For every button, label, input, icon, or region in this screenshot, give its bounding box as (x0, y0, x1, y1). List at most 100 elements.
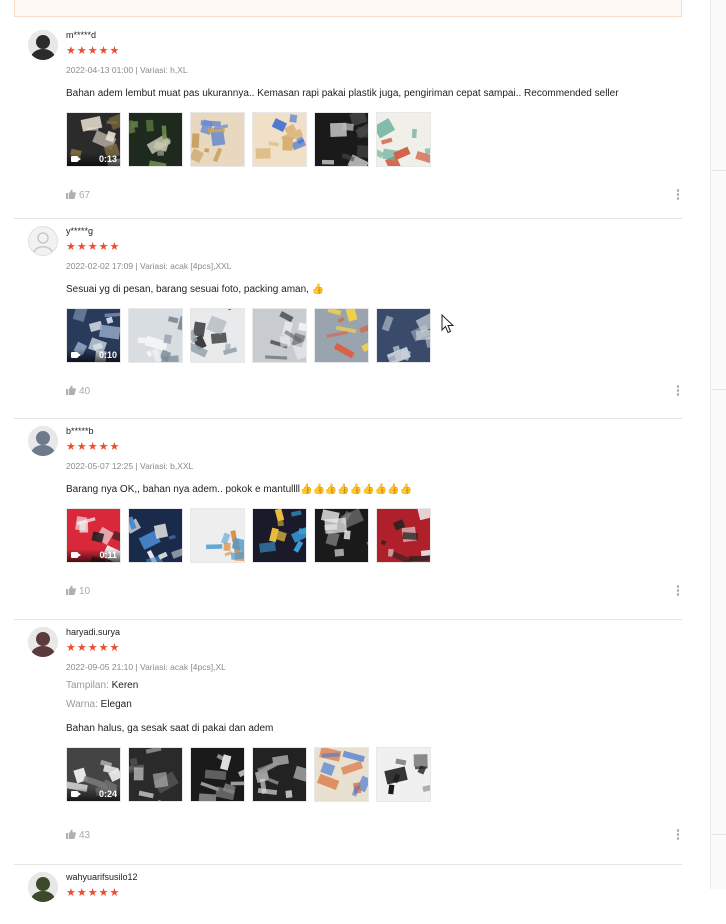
review-photo-thumbnail[interactable] (128, 508, 183, 563)
attribute-label: Tampilan: (66, 680, 109, 691)
review-photo-thumbnail[interactable] (376, 747, 431, 802)
star-icon: ★ (66, 45, 76, 57)
video-overlay: 0:24 (67, 788, 120, 801)
review-video-thumbnail[interactable]: 0:11 (66, 508, 121, 563)
review-date-variation: 2022-09-05 21:10 | Variasi: acak [4pcs],… (66, 662, 226, 672)
review-photo-thumbnail[interactable] (376, 308, 431, 363)
review-video-thumbnail[interactable]: 0:24 (66, 747, 121, 802)
review-photo-thumbnail[interactable] (376, 112, 431, 167)
review-media: 0:11 (66, 508, 682, 563)
star-icon: ★ (76, 887, 87, 899)
like-button[interactable]: 67 (66, 189, 90, 202)
side-panel-edge (710, 0, 726, 889)
star-icon: ★ (98, 642, 109, 654)
video-camera-icon (71, 352, 81, 358)
review-item: y*****g ★★★★★ 2022-02-02 17:09 | Variasi: … (14, 218, 682, 419)
review-photo-thumbnail[interactable] (314, 308, 369, 363)
review-media: 0:10 (66, 308, 682, 363)
video-overlay: 0:13 (67, 153, 120, 166)
review-photo-thumbnail[interactable] (190, 308, 245, 363)
review-photo-thumbnail[interactable] (252, 112, 307, 167)
more-options-icon[interactable] (676, 189, 680, 203)
review-body: m*****d ★★★★★ 2022-04-13 01:00 | Variasi: … (66, 30, 682, 167)
review-photo-thumbnail[interactable] (376, 508, 431, 563)
like-button[interactable]: 43 (66, 829, 90, 842)
review-photo-thumbnail[interactable] (314, 747, 369, 802)
video-duration: 0:11 (99, 550, 117, 560)
video-overlay: 0:11 (67, 549, 120, 562)
review-photo-thumbnail[interactable] (252, 747, 307, 802)
rating-stars: ★★★★★ (66, 440, 682, 453)
like-count: 10 (79, 586, 91, 597)
star-icon: ★ (87, 45, 98, 57)
review-photo-thumbnail[interactable] (190, 508, 245, 563)
review-photo-thumbnail[interactable] (314, 508, 369, 563)
rating-stars: ★★★★★ (66, 641, 682, 654)
star-icon: ★ (66, 241, 76, 253)
like-count: 43 (79, 830, 91, 841)
video-duration: 0:13 (98, 154, 117, 164)
reviewer-avatar[interactable] (28, 627, 58, 657)
review-text: Barang nya OK,, bahan nya adem.. pokok e… (66, 484, 413, 495)
star-icon: ★ (98, 241, 109, 253)
review-body: y*****g ★★★★★ 2022-02-02 17:09 | Variasi: … (66, 226, 682, 363)
star-icon: ★ (66, 642, 76, 654)
video-duration: 0:24 (98, 789, 117, 799)
review-photo-thumbnail[interactable] (252, 508, 307, 563)
reviewer-avatar[interactable] (28, 226, 58, 256)
review-photo-thumbnail[interactable] (190, 747, 245, 802)
star-icon: ★ (109, 241, 120, 253)
review-photo-thumbnail[interactable] (128, 308, 183, 363)
review-item: m*****d ★★★★★ 2022-04-13 01:00 | Variasi: … (14, 22, 682, 219)
review-photo-thumbnail[interactable] (128, 747, 183, 802)
star-icon: ★ (76, 45, 87, 57)
thumbs-up-icon (66, 829, 76, 839)
review-photo-thumbnail[interactable] (314, 112, 369, 167)
review-media: 0:13 (66, 112, 682, 167)
like-button[interactable]: 10 (66, 585, 90, 598)
video-camera-icon (71, 552, 81, 558)
video-duration: 0:10 (98, 350, 117, 360)
like-button[interactable]: 40 (66, 385, 90, 398)
thumbs-up-icon (66, 189, 76, 199)
review-date-variation: 2022-05-07 12:25 | Variasi: b,XXL (66, 461, 194, 471)
like-count: 40 (79, 386, 91, 397)
review-text: Bahan adem lembut muat pas ukurannya.. K… (66, 88, 619, 99)
reviewer-avatar[interactable] (28, 426, 58, 456)
more-options-icon[interactable] (676, 385, 680, 399)
review-body: haryadi.surya ★★★★★ 2022-09-05 21:10 | Var… (66, 627, 682, 802)
star-icon: ★ (109, 642, 120, 654)
star-icon: ★ (98, 45, 109, 57)
review-attribute: Tampilan: Keren (66, 679, 682, 693)
previous-section-banner (14, 0, 682, 17)
star-icon: ★ (76, 441, 87, 453)
star-icon: ★ (98, 441, 109, 453)
star-icon: ★ (66, 887, 76, 899)
video-overlay: 0:10 (67, 349, 120, 362)
reviewer-avatar[interactable] (28, 872, 58, 902)
star-icon: ★ (76, 241, 87, 253)
attribute-value: Keren (111, 680, 139, 691)
thumbs-up-icon (66, 385, 76, 395)
rating-stars: ★★★★★ (66, 886, 682, 899)
review-photo-thumbnail[interactable] (128, 112, 183, 167)
review-item: b*****b ★★★★★ 2022-05-07 12:25 | Variasi: … (14, 418, 682, 620)
star-icon: ★ (109, 45, 120, 57)
more-options-icon[interactable] (676, 829, 680, 843)
review-item: wahyuarifsusilo12 ★★★★★ (14, 864, 682, 924)
review-item: haryadi.surya ★★★★★ 2022-09-05 21:10 | Var… (14, 619, 682, 865)
attribute-value: Elegan (100, 699, 132, 710)
review-video-thumbnail[interactable]: 0:10 (66, 308, 121, 363)
review-date-variation: 2022-02-02 17:09 | Variasi: acak [4pcs],… (66, 261, 232, 271)
review-body: wahyuarifsusilo12 ★★★★★ (66, 872, 682, 899)
review-attribute: Warna: Elegan (66, 698, 682, 712)
review-video-thumbnail[interactable]: 0:13 (66, 112, 121, 167)
review-photo-thumbnail[interactable] (190, 112, 245, 167)
star-icon: ★ (98, 887, 109, 899)
review-text: Sesuai yg di pesan, barang sesuai foto, … (66, 284, 325, 295)
star-icon: ★ (87, 441, 98, 453)
more-options-icon[interactable] (676, 585, 680, 599)
star-icon: ★ (87, 887, 98, 899)
reviewer-avatar[interactable] (28, 30, 58, 60)
review-photo-thumbnail[interactable] (252, 308, 307, 363)
